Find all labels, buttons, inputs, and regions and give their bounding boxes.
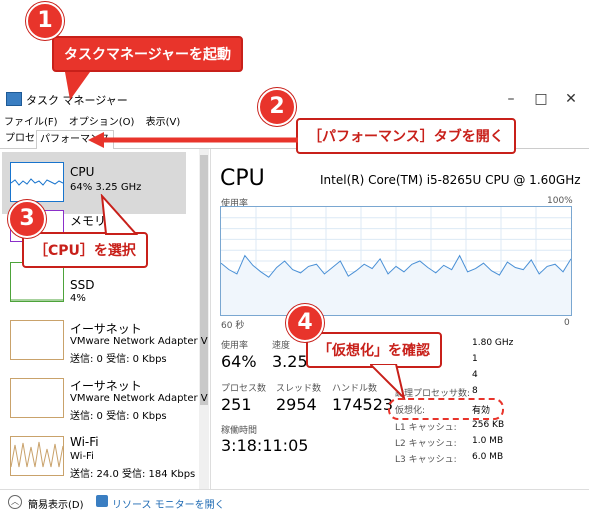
annotation-4-callout: 「仮想化」を確認 [306,332,442,368]
ethernet2-sub2: 送信: 0 受信: 0 Kbps [70,411,167,422]
graph-time-right: 0 [564,318,570,328]
process-count-value: 251 [221,395,252,414]
speed-label: 速度 [272,341,291,351]
scrollbar-thumb[interactable] [200,155,208,405]
ethernet2-title: イーサネット [70,379,142,393]
main-title: CPU [220,166,265,191]
annotation-4-text: 「仮想化」を確認 [306,332,442,368]
annotation-4-pointer [370,364,406,400]
annotation-3-badge: 3 [8,200,46,238]
maximize-button[interactable]: □ [526,88,556,110]
annotation-2-badge: 2 [258,88,296,126]
annotation-1-badge: 1 [26,2,64,40]
ssd-title: SSD [70,278,95,292]
menu-view[interactable]: 表示(V) [146,117,181,128]
annotation-4-badge: 4 [286,304,324,342]
compact-view-link[interactable]: 簡易表示(D) [28,496,84,511]
spec-l1-value: 256 KB [472,420,505,430]
annotation-2-callout: ［パフォーマンス］タブを開く [296,118,516,154]
wifi-sub2: 送信: 24.0 受信: 184 Kbps [70,469,196,480]
annotation-1-callout: タスクマネージャーを起動 [52,36,244,72]
spec-sockets: 1 [472,354,478,364]
spec-l2-label: L2 キャッシュ: [395,439,457,449]
usage-value: 64% [221,352,257,371]
minimize-button[interactable]: – [496,88,526,110]
cpu-graph-svg [220,207,572,315]
spec-l3-label: L3 キャッシュ: [395,455,457,465]
cpu-model-name: Intel(R) Core(TM) i5-8265U CPU @ 1.60GHz [320,173,581,187]
app-icon [6,92,22,106]
cpu-usage-graph [220,206,572,316]
graph-time-left: 60 秒 [221,321,245,331]
bottom-bar [0,489,589,522]
ethernet1-title: イーサネット [70,322,142,336]
wifi-sub1: Wi-Fi [70,451,94,462]
annotation-1-text: タスクマネージャーを起動 [52,36,244,72]
uptime-value: 3:18:11:05 [221,436,309,455]
ethernet1-mini-graph [10,320,64,360]
chevron-up-icon[interactable]: ︿ [8,495,22,509]
spec-l1-label: L1 キャッシュ: [395,423,457,433]
ethernet2-sub1: VMware Network Adapter V [70,393,208,404]
ssd-mini-graph [10,262,64,302]
close-button[interactable]: ✕ [556,88,586,110]
wifi-title: Wi-Fi [70,435,99,449]
ethernet1-sub1: VMware Network Adapter V [70,336,208,347]
cpu-title: CPU [70,165,95,179]
process-count-label: プロセス数 [221,384,267,394]
thread-count-label: スレッド数 [276,384,322,394]
annotation-2-text: ［パフォーマンス］タブを開く [296,118,516,154]
ssd-sub: 4% [70,293,86,304]
graph-max-label: 100% [547,196,573,206]
cpu-sub: 64% 3.25 GHz [70,182,142,193]
ethernet2-mini-graph [10,378,64,418]
resource-monitor-link[interactable]: リソース モニターを開く [112,496,225,511]
wifi-mini-graph [10,436,64,476]
ethernet1-sub2: 送信: 0 受信: 0 Kbps [70,354,167,365]
menu-file[interactable]: ファイル(F) [4,117,58,128]
speed-value: 3.25 [272,352,308,371]
spec-l3-value: 6.0 MB [472,452,504,462]
spec-base-speed: 1.80 GHz [472,338,514,348]
annotation-1-pointer [65,72,90,100]
cpu-mini-graph [10,162,64,202]
spec-logical-value: 8 [472,386,478,396]
uptime-label: 稼働時間 [221,426,258,436]
resource-monitor-icon [96,495,108,507]
virtualization-highlight [388,398,504,420]
menu-options[interactable]: オプション(O) [69,117,135,128]
annotation-3-pointer [100,194,139,235]
spec-l2-value: 1.0 MB [472,436,504,446]
thread-count-value: 2954 [276,395,317,414]
annotation-2-arrow [88,132,298,148]
spec-cores: 4 [472,370,478,380]
usage-label: 使用率 [221,341,249,351]
